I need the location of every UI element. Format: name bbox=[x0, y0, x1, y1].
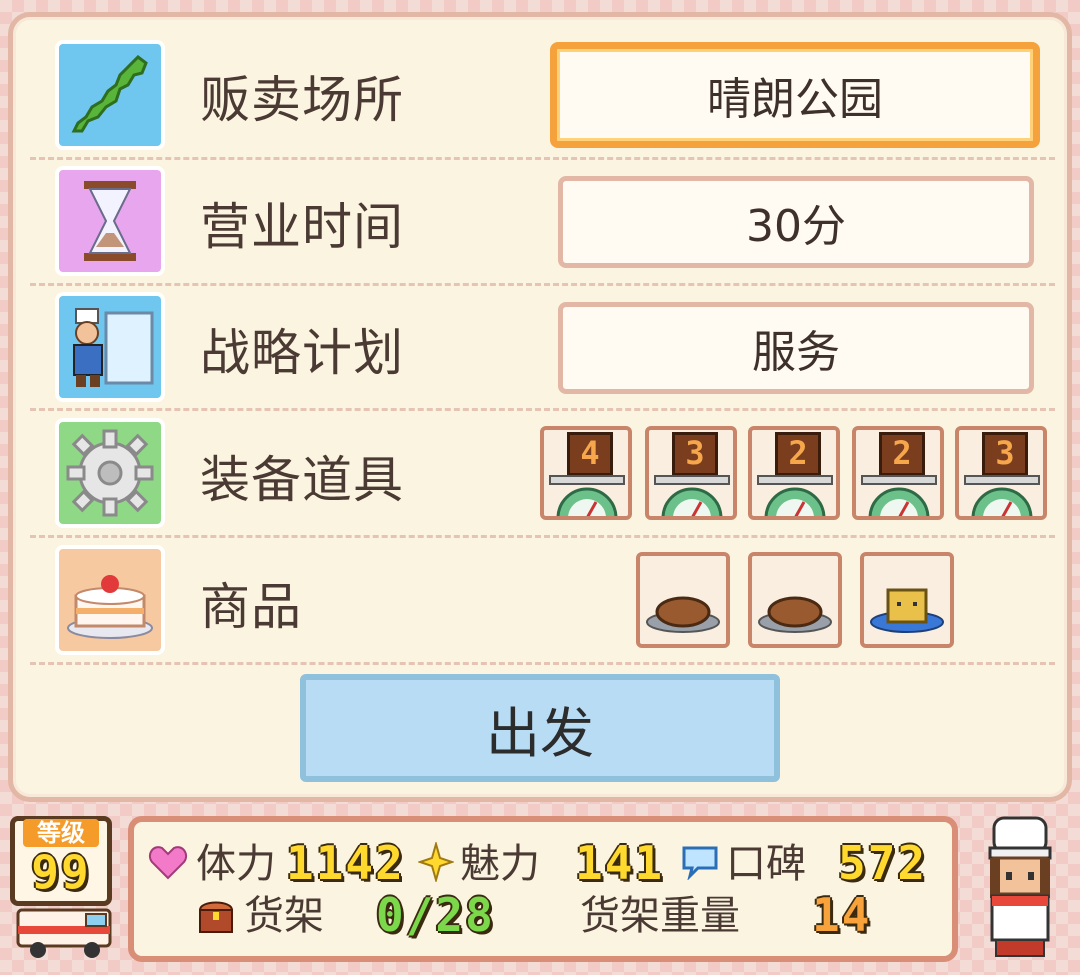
japan-map-icon bbox=[55, 40, 165, 150]
divider bbox=[30, 408, 1055, 411]
divider bbox=[30, 662, 1055, 665]
hamburger-steak-icon bbox=[758, 596, 832, 633]
sparkle-icon bbox=[416, 840, 456, 884]
chef-board-icon bbox=[55, 292, 165, 402]
heart-icon bbox=[148, 844, 188, 880]
location-select[interactable]: 晴朗公园 bbox=[550, 42, 1040, 148]
level-value: 99 bbox=[31, 845, 91, 899]
speech-bubble-icon bbox=[680, 844, 720, 881]
reputation-label: 口碑 bbox=[726, 841, 806, 887]
product-slot[interactable] bbox=[636, 552, 730, 648]
scale-icon bbox=[964, 475, 1040, 516]
tofu-dish-icon bbox=[870, 588, 944, 633]
hourglass-icon bbox=[55, 166, 165, 276]
product-slot[interactable] bbox=[748, 552, 842, 648]
treasure-chest-icon bbox=[196, 898, 236, 934]
divider bbox=[30, 535, 1055, 538]
depart-button[interactable]: 出发 bbox=[300, 674, 780, 782]
strategy-select[interactable]: 服务 bbox=[558, 302, 1034, 394]
hamburger-steak-icon bbox=[646, 596, 720, 633]
stamina-label: 体力 bbox=[196, 841, 276, 887]
row-label-products: 商品 bbox=[200, 578, 302, 636]
tool-slot[interactable]: 3 bbox=[645, 426, 737, 520]
scale-icon bbox=[549, 475, 625, 516]
tool-slot[interactable]: 4 bbox=[540, 426, 632, 520]
stamina-value: 1142 bbox=[286, 836, 405, 890]
scale-icon bbox=[861, 475, 937, 516]
chef-character-icon[interactable] bbox=[980, 814, 1060, 964]
row-label-location: 贩卖场所 bbox=[200, 71, 404, 129]
divider bbox=[30, 283, 1055, 286]
scale-icon bbox=[654, 475, 730, 516]
cake-icon bbox=[55, 545, 165, 655]
level-label: 等级 bbox=[23, 819, 99, 847]
shelf-weight-value: 14 bbox=[812, 888, 872, 942]
row-label-hours: 营业时间 bbox=[200, 198, 404, 256]
tool-level: 4 bbox=[567, 432, 613, 476]
gear-icon bbox=[55, 418, 165, 528]
tool-level: 3 bbox=[672, 432, 718, 476]
tool-level: 3 bbox=[982, 432, 1028, 476]
tool-level: 2 bbox=[775, 432, 821, 476]
tool-level: 2 bbox=[879, 432, 925, 476]
product-slot[interactable] bbox=[860, 552, 954, 648]
divider bbox=[30, 157, 1055, 160]
charm-value: 141 bbox=[575, 836, 665, 890]
row-label-strategy: 战略计划 bbox=[200, 324, 404, 382]
tool-slot[interactable]: 2 bbox=[852, 426, 944, 520]
level-badge: 等级 99 bbox=[10, 816, 112, 906]
charm-label: 魅力 bbox=[460, 841, 540, 887]
hours-select[interactable]: 30分 bbox=[558, 176, 1034, 268]
scale-icon bbox=[757, 475, 833, 516]
shelf-weight-label: 货架重量 bbox=[580, 893, 740, 939]
tool-slot[interactable]: 2 bbox=[748, 426, 840, 520]
tool-slot[interactable]: 3 bbox=[955, 426, 1047, 520]
shelf-label: 货架 bbox=[244, 893, 324, 939]
reputation-value: 572 bbox=[838, 836, 928, 890]
row-label-equipment: 装备道具 bbox=[200, 451, 404, 509]
food-truck-icon[interactable] bbox=[14, 904, 118, 960]
shelf-value: 0/28 bbox=[376, 888, 495, 942]
